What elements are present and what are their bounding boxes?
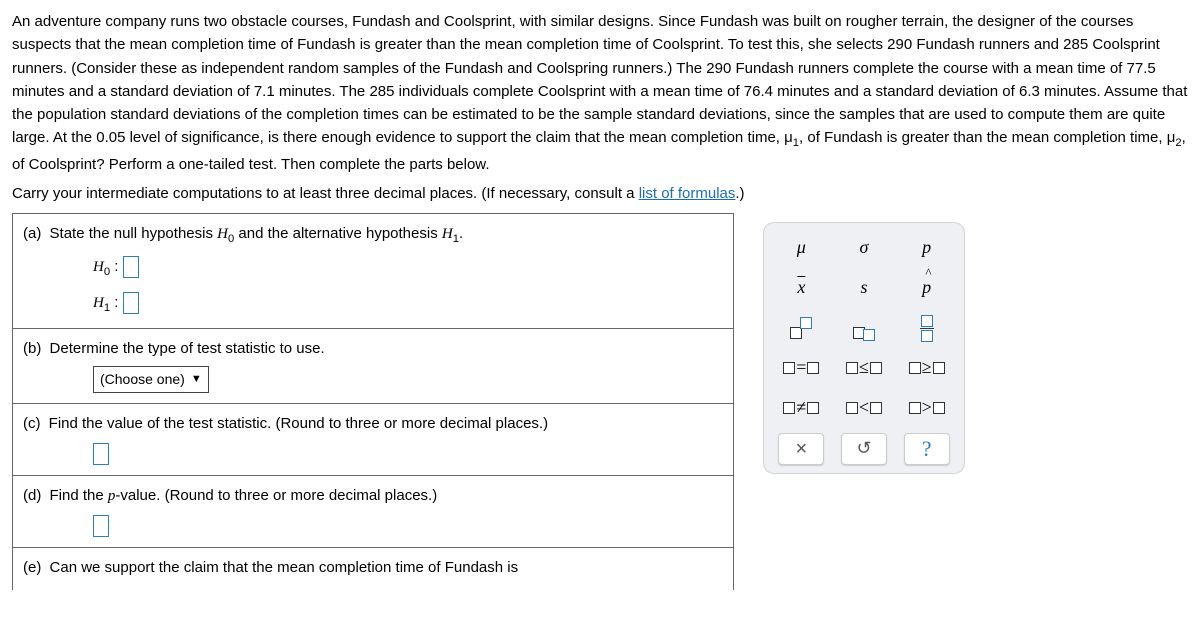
phat-button[interactable]: p <box>905 273 949 303</box>
formulas-link[interactable]: list of formulas <box>639 185 736 202</box>
s-button[interactable]: s <box>842 273 886 303</box>
ge-button[interactable]: ≥ <box>905 353 949 383</box>
undo-button[interactable]: ↺ <box>841 433 887 465</box>
xbar-button[interactable]: x <box>779 273 823 303</box>
instructions: Carry your intermediate computations to … <box>12 182 1188 205</box>
question-box: (a) State the null hypothesis H0 and the… <box>12 213 734 590</box>
symbol-panel: μ σ p x s p = ≤ <box>764 223 964 473</box>
sigma-button[interactable]: σ <box>842 233 886 263</box>
part-c: (c) Find the value of the test statistic… <box>13 404 733 476</box>
part-b: (b) Determine the type of test statistic… <box>13 329 733 405</box>
h1-input[interactable] <box>123 292 139 314</box>
superscript-button[interactable] <box>779 313 823 343</box>
test-statistic-input[interactable] <box>93 443 109 465</box>
close-button[interactable]: × <box>778 433 824 465</box>
h0-input[interactable] <box>123 256 139 278</box>
p-value-input[interactable] <box>93 515 109 537</box>
test-statistic-dropdown[interactable]: (Choose one)▼ <box>93 366 209 394</box>
p-button[interactable]: p <box>905 233 949 263</box>
gt-button[interactable]: > <box>905 393 949 423</box>
part-a: (a) State the null hypothesis H0 and the… <box>13 214 733 328</box>
part-e: (e) Can we support the claim that the me… <box>13 548 733 589</box>
lt-button[interactable]: < <box>842 393 886 423</box>
chevron-down-icon: ▼ <box>191 371 202 388</box>
mu-button[interactable]: μ <box>779 233 823 263</box>
equals-button[interactable]: = <box>779 353 823 383</box>
part-d: (d) Find the p-value. (Round to three or… <box>13 476 733 549</box>
le-button[interactable]: ≤ <box>842 353 886 383</box>
help-button[interactable]: ? <box>904 433 950 465</box>
problem-statement: An adventure company runs two obstacle c… <box>12 10 1188 176</box>
fraction-button[interactable] <box>905 313 949 343</box>
subscript-button[interactable] <box>842 313 886 343</box>
ne-button[interactable]: ≠ <box>779 393 823 423</box>
